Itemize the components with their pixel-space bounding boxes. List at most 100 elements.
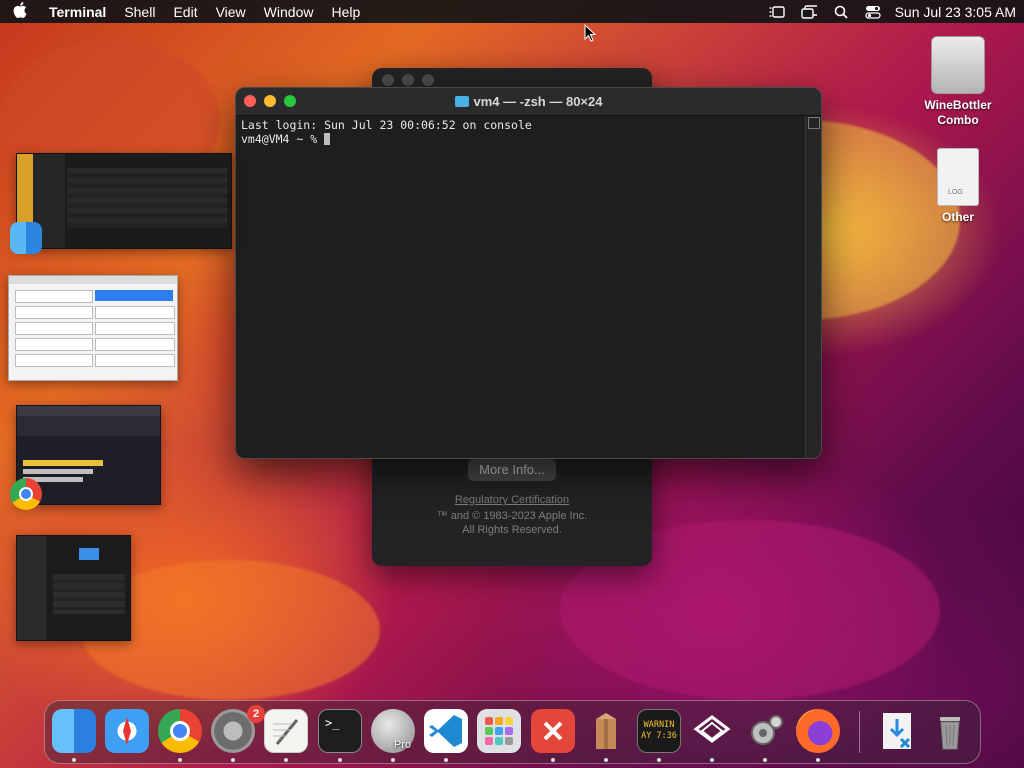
button-preview <box>95 322 175 335</box>
text-cursor <box>324 133 331 145</box>
control-center-icon[interactable] <box>864 5 881 19</box>
file-list-preview <box>67 168 227 228</box>
button-preview <box>15 354 93 367</box>
dock: 2 >_ Pro WARNIN AY 7:36 <box>44 700 981 764</box>
pro-label: Pro <box>393 739 411 751</box>
regulatory-certification-link[interactable]: Regulatory Certification <box>372 494 652 506</box>
terminal-titlebar[interactable]: vm4 — -zsh — 80×24 <box>236 88 821 116</box>
running-indicator <box>72 758 76 762</box>
stage-thumbnail-settings[interactable] <box>16 535 131 641</box>
dock-trash-icon[interactable] <box>928 709 972 753</box>
dock-automator-icon[interactable] <box>743 709 787 753</box>
running-indicator <box>604 758 608 762</box>
dock-firefox-icon[interactable] <box>796 709 840 753</box>
dock-archive-utility-icon[interactable] <box>584 709 628 753</box>
dock-terminal-icon[interactable]: >_ <box>318 709 362 753</box>
screen-mirroring-icon[interactable] <box>800 4 817 19</box>
chrome-center <box>19 487 33 501</box>
folder-icon <box>454 96 469 107</box>
running-indicator <box>710 758 714 762</box>
chrome-icon[interactable] <box>10 478 42 510</box>
button-preview <box>95 290 173 301</box>
terminal-content[interactable]: Last login: Sun Jul 23 00:06:52 on conso… <box>241 118 805 458</box>
button-preview <box>95 306 175 319</box>
prompt-line[interactable]: vm4@VM4 ~ % <box>241 132 805 146</box>
zoom-button[interactable] <box>422 74 434 86</box>
running-indicator <box>284 758 288 762</box>
button-preview <box>15 306 93 319</box>
dock-finder-icon[interactable] <box>52 709 96 753</box>
terminal-scrollbar[interactable] <box>805 116 821 458</box>
copyright-line-2: All Rights Reserved. <box>462 524 562 536</box>
dock-launchpad-icon[interactable] <box>477 709 521 753</box>
minimize-button[interactable] <box>402 74 414 86</box>
finder-icon[interactable] <box>10 222 42 254</box>
terminal-prompt-glyph: >_ <box>325 716 340 730</box>
button-preview <box>15 338 93 351</box>
last-login-line: Last login: Sun Jul 23 00:06:52 on conso… <box>241 118 532 132</box>
split-pane-icon[interactable] <box>808 117 820 129</box>
dock-system-settings-icon[interactable]: 2 <box>211 705 265 753</box>
running-indicator <box>763 758 767 762</box>
disk-image-icon <box>931 36 985 94</box>
running-indicator <box>391 758 395 762</box>
dock-chrome-icon[interactable] <box>158 709 202 753</box>
dock-vmware-fusion-icon[interactable] <box>690 709 734 753</box>
stage-thumbnail-dialog[interactable] <box>8 275 178 381</box>
dock-server-pro-icon[interactable]: Pro <box>371 709 415 753</box>
desktop-icon-other[interactable]: LOG Other <box>913 148 1003 225</box>
button-preview <box>95 338 175 351</box>
search-icon[interactable] <box>833 5 849 19</box>
mouse-pointer-icon <box>584 23 597 47</box>
document-icon: LOG <box>937 148 979 206</box>
dock-remote-desktop-icon[interactable] <box>531 709 575 753</box>
running-indicator <box>444 758 448 762</box>
menu-view[interactable]: View <box>207 4 255 20</box>
notification-badge: 2 <box>247 705 265 723</box>
dock-console-icon[interactable]: WARNIN AY 7:36 <box>637 709 681 753</box>
terminal-title: vm4 — -zsh — 80×24 <box>236 94 821 109</box>
dock-separator <box>859 711 860 753</box>
device-image-preview <box>79 548 99 560</box>
site-header-preview <box>17 416 160 436</box>
settings-rows-preview <box>53 574 125 614</box>
running-indicator <box>816 758 820 762</box>
shell-prompt: vm4@VM4 ~ % <box>241 132 325 146</box>
running-indicator <box>178 758 182 762</box>
running-indicator <box>657 758 661 762</box>
terminal-title-text: vm4 — -zsh — 80×24 <box>473 94 603 109</box>
running-indicator <box>338 758 342 762</box>
menu-window[interactable]: Window <box>255 4 323 20</box>
more-info-button[interactable]: More Info... <box>468 459 556 481</box>
copyright-line-1: ™ and © 1983-2023 Apple Inc. <box>436 510 588 522</box>
text-preview <box>23 469 93 474</box>
console-warning-text: WARNIN AY 7:36 <box>641 720 677 741</box>
dock-downloads-icon[interactable] <box>875 709 919 753</box>
close-button[interactable] <box>382 74 394 86</box>
menu-app-name[interactable]: Terminal <box>40 4 115 20</box>
desktop-icon-label: WineBottler Combo <box>924 98 992 127</box>
dock-vscode-icon[interactable] <box>424 709 468 753</box>
menu-edit[interactable]: Edit <box>164 4 206 20</box>
copyright-text: ™ and © 1983-2023 Apple Inc. All Rights … <box>372 509 652 537</box>
settings-sidebar-preview <box>17 536 47 640</box>
browser-toolbar-preview <box>17 406 160 416</box>
menu-help[interactable]: Help <box>322 4 369 20</box>
dock-safari-icon[interactable] <box>105 709 149 753</box>
apple-menu-icon[interactable] <box>0 1 40 22</box>
terminal-window[interactable]: vm4 — -zsh — 80×24 Last login: Sun Jul 2… <box>235 87 822 459</box>
desktop-icon-winebottler[interactable]: WineBottler Combo <box>913 36 1003 128</box>
menu-bar: Terminal Shell Edit View Window Help Sun… <box>0 0 1024 23</box>
menubar-clock[interactable]: Sun Jul 23 3:05 AM <box>895 4 1016 20</box>
dock-textedit-icon[interactable] <box>264 709 308 753</box>
menu-shell[interactable]: Shell <box>115 4 164 20</box>
headline-preview <box>23 460 103 466</box>
button-preview <box>95 354 175 367</box>
button-preview <box>15 290 93 303</box>
dialog-titlebar-preview <box>9 276 177 284</box>
button-preview <box>15 322 93 335</box>
running-indicator <box>551 758 555 762</box>
chrome-center <box>170 721 190 741</box>
stage-manager-icon[interactable] <box>769 5 785 19</box>
stage-thumbnail-finder[interactable] <box>16 153 232 249</box>
